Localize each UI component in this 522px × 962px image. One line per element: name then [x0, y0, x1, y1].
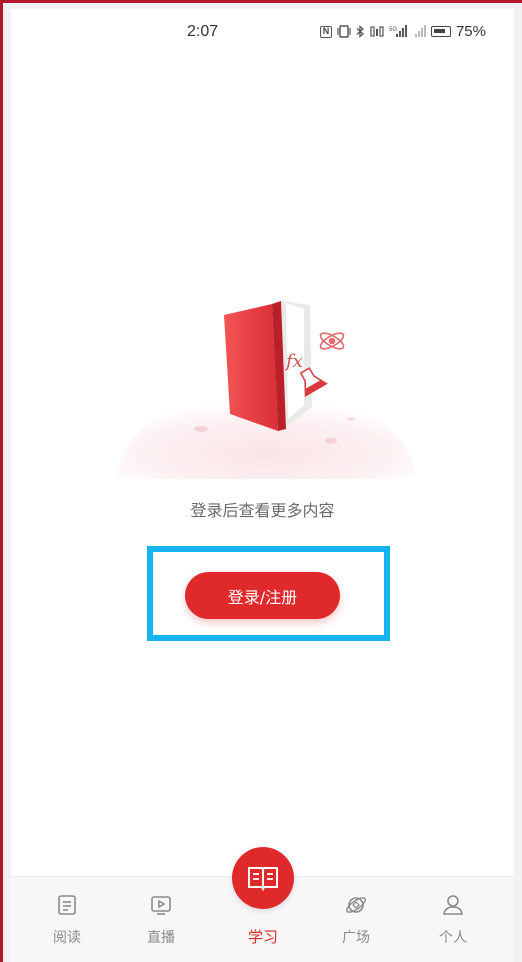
login-prompt-text: 登录后查看更多内容 — [190, 501, 335, 520]
network-icon — [370, 26, 384, 37]
read-icon — [58, 895, 76, 915]
nav-label-live: 直播 — [147, 930, 175, 946]
svg-text:fx: fx — [284, 351, 303, 372]
square-icon — [346, 897, 366, 913]
status-time: 2:07 — [187, 23, 219, 40]
status-bar: 2:07 N 5G 75% — [11, 9, 514, 55]
nav-label-study: 学习 — [247, 928, 278, 946]
app-screen: 2:07 N 5G 75% fx 登录后查看更多内容 登录/注册 阅读 直播 广… — [11, 9, 514, 962]
signal-icon: 5G — [389, 25, 407, 37]
nav-item-person[interactable]: 个人 — [423, 877, 483, 962]
nav-label-person: 个人 — [439, 930, 467, 946]
login-register-button[interactable]: 登录/注册 — [185, 572, 340, 619]
nav-item-live[interactable]: 直播 — [131, 877, 191, 962]
empty-state-illustration: fx — [116, 301, 416, 479]
nav-item-square[interactable]: 广场 — [326, 877, 386, 962]
signal-icon-secondary — [414, 25, 426, 37]
nav-item-read[interactable]: 阅读 — [37, 877, 97, 962]
vibrate-icon — [337, 25, 351, 38]
frame-border-left — [0, 0, 3, 962]
battery-icon — [430, 26, 451, 37]
bluetooth-icon — [356, 25, 364, 38]
live-icon — [151, 896, 171, 915]
nav-label-square: 广场 — [342, 930, 370, 946]
nav-label-read: 阅读 — [53, 930, 81, 946]
frame-border-top — [0, 0, 522, 3]
study-icon — [248, 867, 278, 892]
status-icons: N 5G 75% — [319, 23, 486, 40]
battery-percent: 75% — [455, 23, 486, 40]
person-icon — [443, 895, 463, 915]
svg-text:5G: 5G — [389, 27, 397, 33]
nfc-icon: N — [319, 25, 332, 38]
screenshot-frame: 2:07 N 5G 75% fx 登录后查看更多内容 登录/注册 阅读 直播 广… — [0, 0, 522, 962]
nav-item-study[interactable] — [232, 847, 294, 909]
